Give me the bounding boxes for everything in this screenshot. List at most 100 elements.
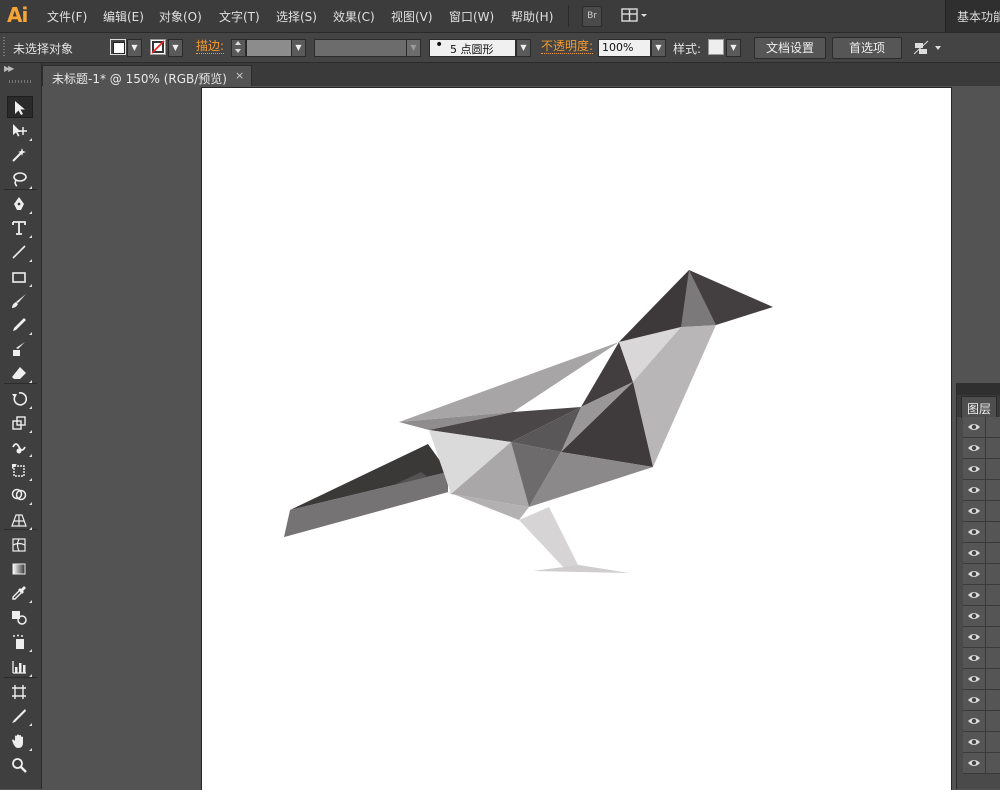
line-segment-tool[interactable] bbox=[7, 241, 33, 263]
mesh-tool[interactable] bbox=[7, 534, 33, 556]
rotate-tool[interactable] bbox=[7, 388, 33, 410]
artboard[interactable] bbox=[201, 87, 952, 790]
preferences-button[interactable]: 首选项 bbox=[832, 37, 902, 59]
visibility-eye-icon[interactable] bbox=[967, 610, 981, 622]
menu-edit[interactable]: 编辑(E) bbox=[103, 8, 144, 25]
opacity-dropdown[interactable]: ▼ bbox=[651, 39, 666, 57]
menu-file[interactable]: 文件(F) bbox=[47, 8, 87, 25]
direct-selection-tool[interactable] bbox=[7, 120, 33, 142]
layer-row[interactable] bbox=[963, 564, 1000, 585]
menu-type[interactable]: 文字(T) bbox=[219, 8, 260, 25]
zoom-tool[interactable] bbox=[7, 754, 33, 776]
brush-definition-field[interactable]: • 5 点圆形 bbox=[429, 37, 516, 57]
pencil-tool[interactable] bbox=[7, 314, 33, 336]
variable-width-profile[interactable] bbox=[314, 39, 407, 57]
visibility-eye-icon[interactable] bbox=[967, 715, 981, 727]
selection-tool[interactable] bbox=[7, 96, 33, 118]
layer-row[interactable] bbox=[963, 690, 1000, 711]
rectangle-tool[interactable] bbox=[7, 266, 33, 288]
align-options-button[interactable] bbox=[913, 40, 943, 56]
close-tab-icon[interactable]: × bbox=[235, 69, 244, 82]
menu-window[interactable]: 窗口(W) bbox=[449, 8, 494, 25]
visibility-eye-icon[interactable] bbox=[967, 694, 981, 706]
layer-row[interactable] bbox=[963, 501, 1000, 522]
visibility-eye-icon[interactable] bbox=[967, 631, 981, 643]
layer-row[interactable] bbox=[963, 417, 1000, 438]
toolbox-grip[interactable] bbox=[9, 80, 31, 83]
layer-row[interactable] bbox=[963, 732, 1000, 753]
visibility-eye-icon[interactable] bbox=[967, 526, 981, 538]
layer-row[interactable] bbox=[963, 627, 1000, 648]
eraser-tool[interactable] bbox=[7, 362, 33, 384]
opacity-field[interactable]: 100% bbox=[598, 39, 651, 57]
variable-width-dropdown[interactable]: ▼ bbox=[406, 39, 421, 57]
arrange-documents-button[interactable] bbox=[620, 6, 650, 25]
eyedropper-tool[interactable] bbox=[7, 582, 33, 604]
visibility-eye-icon[interactable] bbox=[967, 421, 981, 433]
menu-effect[interactable]: 效果(C) bbox=[333, 8, 375, 25]
layer-row[interactable] bbox=[963, 543, 1000, 564]
lasso-tool[interactable] bbox=[7, 168, 33, 190]
visibility-eye-icon[interactable] bbox=[967, 652, 981, 664]
warp-tool[interactable] bbox=[7, 436, 33, 458]
pen-tool[interactable] bbox=[7, 193, 33, 215]
visibility-eye-icon[interactable] bbox=[967, 505, 981, 517]
graphic-style-swatch[interactable] bbox=[708, 39, 724, 55]
document-setup-button[interactable]: 文档设置 bbox=[754, 37, 826, 59]
brush-definition-dropdown[interactable]: ▼ bbox=[516, 39, 531, 57]
perspective-grid-tool[interactable] bbox=[7, 509, 33, 531]
gradient-tool[interactable] bbox=[7, 558, 33, 580]
hand-tool[interactable] bbox=[7, 730, 33, 752]
layer-row[interactable] bbox=[963, 606, 1000, 627]
tab-layers[interactable]: 图层 bbox=[961, 396, 997, 418]
low-poly-crow-artwork[interactable] bbox=[202, 88, 951, 790]
menu-object[interactable]: 对象(O) bbox=[159, 8, 202, 25]
opacity-label-link[interactable]: 不透明度: bbox=[541, 40, 594, 54]
fill-dropdown-arrow[interactable]: ▼ bbox=[127, 39, 142, 57]
blob-brush-tool[interactable] bbox=[7, 338, 33, 360]
graphic-style-dropdown[interactable]: ▼ bbox=[726, 39, 741, 57]
bridge-button[interactable]: Br bbox=[582, 6, 602, 27]
symbol-sprayer-tool[interactable] bbox=[7, 631, 33, 653]
canvas-area[interactable] bbox=[42, 86, 1000, 790]
stroke-dropdown-arrow[interactable]: ▼ bbox=[168, 39, 183, 57]
fill-swatch[interactable] bbox=[110, 39, 126, 55]
visibility-eye-icon[interactable] bbox=[967, 568, 981, 580]
visibility-eye-icon[interactable] bbox=[967, 757, 981, 769]
stroke-swatch[interactable] bbox=[150, 39, 166, 55]
stroke-weight-stepper[interactable] bbox=[231, 39, 246, 57]
paintbrush-tool[interactable] bbox=[7, 290, 33, 312]
layer-row[interactable] bbox=[963, 438, 1000, 459]
visibility-eye-icon[interactable] bbox=[967, 673, 981, 685]
stroke-label-link[interactable]: 描边: bbox=[196, 40, 225, 54]
scale-tool[interactable] bbox=[7, 412, 33, 434]
menu-help[interactable]: 帮助(H) bbox=[511, 8, 553, 25]
visibility-eye-icon[interactable] bbox=[967, 547, 981, 559]
visibility-eye-icon[interactable] bbox=[967, 484, 981, 496]
type-tool[interactable] bbox=[7, 217, 33, 239]
layer-row[interactable] bbox=[963, 459, 1000, 480]
workspace-switcher[interactable]: 基本功能 bbox=[945, 0, 1000, 32]
collapse-toolbox-icon[interactable]: ▶▶ bbox=[4, 64, 14, 73]
artboard-tool[interactable] bbox=[7, 681, 33, 703]
layer-row[interactable] bbox=[963, 522, 1000, 543]
blend-tool[interactable] bbox=[7, 606, 33, 628]
layers-panel-header[interactable] bbox=[957, 383, 1000, 395]
stroke-weight-dropdown[interactable]: ▼ bbox=[291, 39, 306, 57]
shape-builder-tool[interactable] bbox=[7, 484, 33, 506]
stroke-weight-field[interactable] bbox=[246, 39, 292, 57]
visibility-eye-icon[interactable] bbox=[967, 736, 981, 748]
slice-tool[interactable] bbox=[7, 705, 33, 727]
visibility-eye-icon[interactable] bbox=[967, 463, 981, 475]
layer-row[interactable] bbox=[963, 480, 1000, 501]
magic-wand-tool[interactable] bbox=[7, 144, 33, 166]
layer-row[interactable] bbox=[963, 669, 1000, 690]
layer-row[interactable] bbox=[963, 648, 1000, 669]
menu-view[interactable]: 视图(V) bbox=[391, 8, 433, 25]
layer-row[interactable] bbox=[963, 753, 1000, 774]
visibility-eye-icon[interactable] bbox=[967, 589, 981, 601]
column-graph-tool[interactable] bbox=[7, 656, 33, 678]
document-tab[interactable]: 未标题-1* @ 150% (RGB/预览) × bbox=[42, 65, 252, 87]
layer-row[interactable] bbox=[963, 585, 1000, 606]
layer-row[interactable] bbox=[963, 711, 1000, 732]
